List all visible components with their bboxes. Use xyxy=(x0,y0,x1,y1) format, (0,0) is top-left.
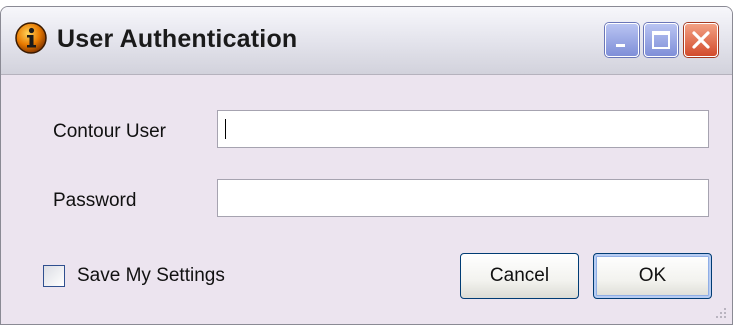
resize-grip-icon[interactable] xyxy=(712,304,728,320)
text-caret xyxy=(225,119,226,139)
window-title: User Authentication xyxy=(57,25,298,53)
minimize-button[interactable] xyxy=(605,23,639,57)
auth-dialog: User Authentication Contour User Passwor… xyxy=(0,6,733,325)
contour-user-input[interactable] xyxy=(217,110,709,148)
close-icon xyxy=(692,31,710,49)
close-button[interactable] xyxy=(684,23,718,57)
password-input[interactable] xyxy=(217,179,709,217)
ok-button[interactable]: OK xyxy=(593,253,712,299)
maximize-icon xyxy=(652,31,670,49)
password-label: Password xyxy=(53,190,137,211)
cancel-button[interactable]: Cancel xyxy=(460,253,579,299)
maximize-button[interactable] xyxy=(644,23,678,57)
info-icon xyxy=(15,22,47,54)
save-settings-label[interactable]: Save My Settings xyxy=(77,265,225,287)
contour-user-label: Contour User xyxy=(53,121,166,142)
title-bar[interactable]: User Authentication xyxy=(1,7,732,75)
save-settings-checkbox[interactable] xyxy=(43,265,65,287)
minimize-icon xyxy=(616,44,625,47)
